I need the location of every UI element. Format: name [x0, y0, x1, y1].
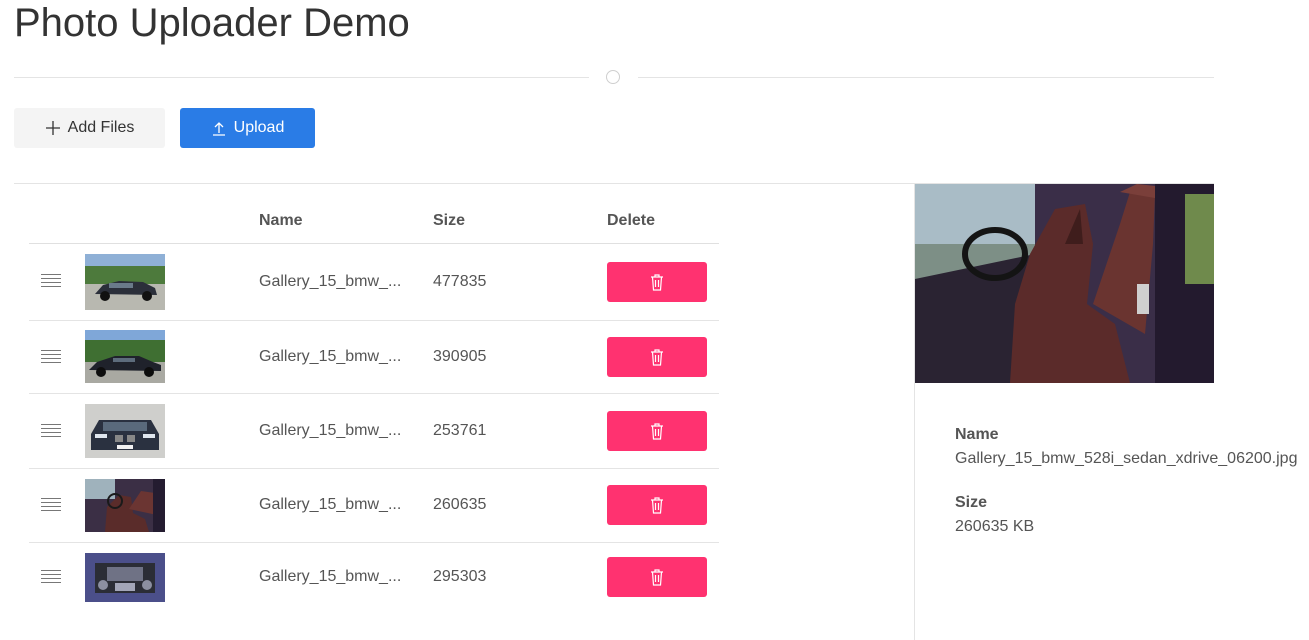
file-size-cell: 260635 [433, 496, 487, 513]
car-interior-thumbnail [85, 479, 165, 532]
plus-icon [45, 121, 60, 135]
delete-button[interactable] [607, 262, 707, 302]
detail-size-label: Size [955, 494, 988, 511]
delete-button[interactable] [607, 411, 707, 451]
upload-arrow-icon [212, 122, 225, 136]
divider-circle-icon [606, 70, 620, 84]
table-row: Gallery_15_bmw_... 260635 [29, 469, 719, 543]
trash-icon [651, 423, 663, 440]
trash-icon [651, 349, 663, 366]
column-header-name: Name [259, 212, 303, 229]
file-size-cell: 295303 [433, 568, 487, 585]
preview-image [915, 184, 1214, 383]
add-files-button[interactable]: Add Files [14, 108, 165, 148]
delete-button[interactable] [607, 485, 707, 525]
detail-name-value: Gallery_15_bmw_528i_sedan_xdrive_06200.j… [955, 450, 1298, 467]
file-name-cell: Gallery_15_bmw_... [259, 348, 402, 365]
upload-label: Upload [233, 119, 285, 136]
trash-icon [651, 497, 663, 514]
file-size-cell: 477835 [433, 273, 487, 290]
table-row: Gallery_15_bmw_... 477835 [29, 244, 719, 321]
divider-line-right [638, 77, 1214, 78]
table-row: Gallery_15_bmw_... 390905 [29, 321, 719, 394]
table-row: Gallery_15_bmw_... 295303 [29, 543, 719, 613]
drag-handle-icon[interactable] [41, 350, 61, 364]
trash-icon [651, 274, 663, 291]
file-name-cell: Gallery_15_bmw_... [259, 273, 402, 290]
car-engine-thumbnail [85, 553, 165, 602]
upload-button[interactable]: Upload [180, 108, 315, 148]
file-size-cell: 253761 [433, 422, 487, 439]
delete-button[interactable] [607, 557, 707, 597]
car-front-thumbnail [85, 404, 165, 458]
column-header-delete: Delete [607, 212, 656, 229]
detail-size-value: 260635 KB [955, 518, 1035, 535]
divider-line-left [14, 77, 589, 78]
drag-handle-icon[interactable] [41, 570, 61, 584]
car-exterior-thumbnail [85, 254, 165, 310]
car-side-thumbnail [85, 330, 165, 383]
delete-button[interactable] [607, 337, 707, 377]
file-name-cell: Gallery_15_bmw_... [259, 568, 402, 585]
drag-handle-icon[interactable] [41, 424, 61, 438]
file-name-cell: Gallery_15_bmw_... [259, 422, 402, 439]
drag-handle-icon[interactable] [41, 498, 61, 512]
file-size-cell: 390905 [433, 348, 487, 365]
detail-name-label: Name [955, 426, 999, 443]
column-header-size: Size [433, 212, 466, 229]
add-files-label: Add Files [67, 119, 135, 136]
file-name-cell: Gallery_15_bmw_... [259, 496, 402, 513]
table-row: Gallery_15_bmw_... 253761 [29, 394, 719, 469]
trash-icon [651, 569, 663, 586]
page-title: Photo Uploader Demo [14, 1, 410, 45]
drag-handle-icon[interactable] [41, 274, 61, 288]
